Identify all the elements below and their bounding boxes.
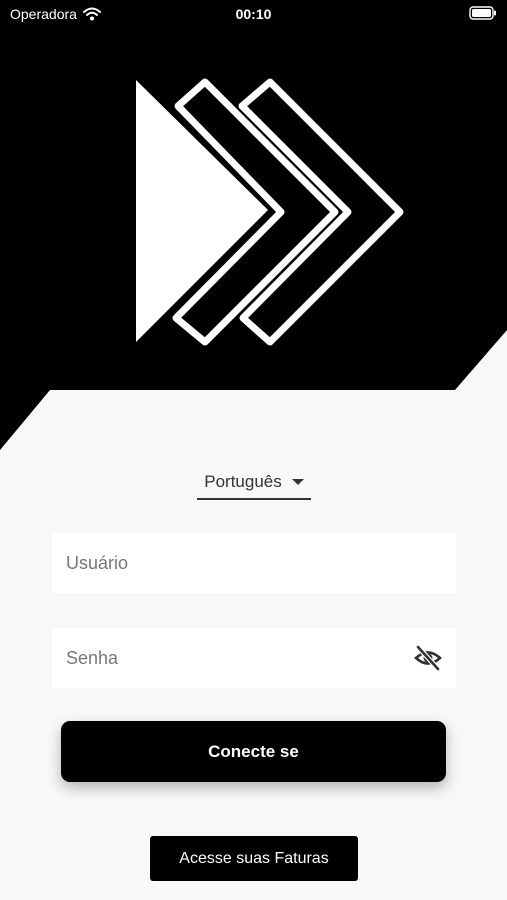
status-bar: Operadora 00:10: [0, 0, 507, 28]
caret-down-icon: [291, 479, 304, 485]
forward-arrows-logo: [136, 78, 404, 346]
status-time: 00:10: [235, 6, 272, 22]
username-input[interactable]: [52, 533, 456, 593]
language-select[interactable]: Português: [197, 466, 311, 500]
language-selected-label: Português: [204, 472, 282, 491]
eye-off-icon[interactable]: [414, 645, 442, 671]
access-invoices-button[interactable]: Acesse suas Faturas: [150, 836, 358, 881]
battery-icon: [469, 6, 496, 20]
password-input[interactable]: [52, 628, 456, 688]
login-button[interactable]: Conecte se: [61, 721, 446, 782]
username-field-container: [52, 533, 456, 593]
password-field-container: [52, 628, 456, 688]
